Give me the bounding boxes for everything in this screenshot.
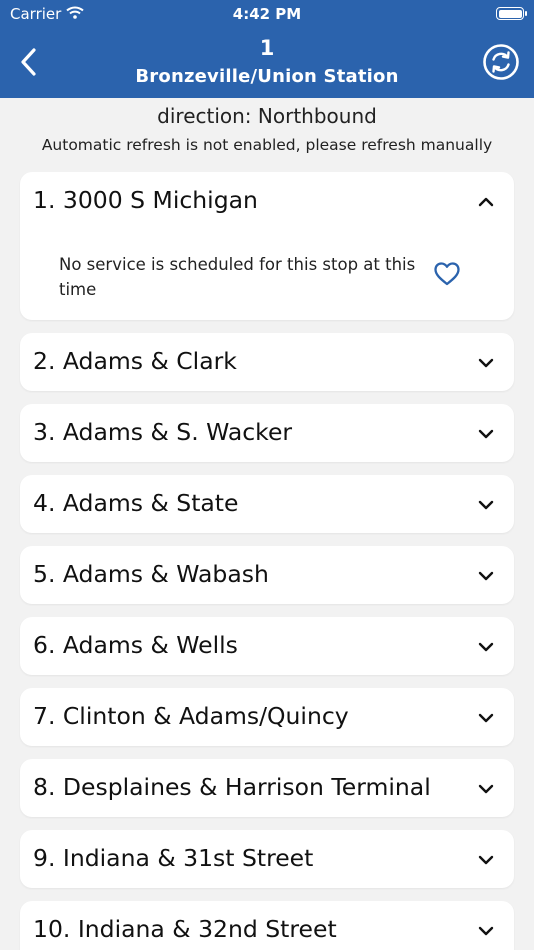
stop-details: No service is scheduled for this stop at… xyxy=(20,230,514,318)
refresh-note: Automatic refresh is not enabled, please… xyxy=(41,136,493,154)
chevron-down-icon xyxy=(478,926,494,936)
stop-title: 1. 3000 S Michigan xyxy=(33,186,258,214)
battery-icon xyxy=(496,7,527,20)
chevron-down-icon xyxy=(478,642,494,652)
stop-card[interactable]: 10. Indiana & 32nd Street xyxy=(20,901,514,950)
chevron-down-icon xyxy=(478,855,494,865)
stop-title: 5. Adams & Wabash xyxy=(33,560,269,588)
route-number: 1 xyxy=(259,36,275,60)
stop-title: 9. Indiana & 31st Street xyxy=(33,844,314,872)
stop-title: 7. Clinton & Adams/Quincy xyxy=(33,702,349,730)
stop-card[interactable]: 8. Desplaines & Harrison Terminal xyxy=(20,759,514,817)
stop-card[interactable]: 6. Adams & Wells xyxy=(20,617,514,675)
stop-card[interactable]: 5. Adams & Wabash xyxy=(20,546,514,604)
stop-header[interactable]: 1. 3000 S Michigan xyxy=(20,172,514,230)
stop-card[interactable]: 7. Clinton & Adams/Quincy xyxy=(20,688,514,746)
status-bar: Carrier 4:42 PM xyxy=(0,0,534,28)
no-service-message: No service is scheduled for this stop at… xyxy=(59,255,416,299)
chevron-up-icon xyxy=(478,197,494,207)
refresh-button[interactable] xyxy=(482,43,520,81)
stop-card[interactable]: 9. Indiana & 31st Street xyxy=(20,830,514,888)
chevron-down-icon xyxy=(478,358,494,368)
route-name: Bronzeville/Union Station xyxy=(135,66,399,87)
chevron-down-icon xyxy=(478,784,494,794)
direction-label: direction: Northbound xyxy=(157,104,377,128)
heart-outline-icon[interactable] xyxy=(433,261,461,287)
chevron-down-icon xyxy=(478,429,494,439)
chevron-down-icon xyxy=(478,713,494,723)
stop-card[interactable]: 3. Adams & S. Wacker xyxy=(20,404,514,462)
stop-card[interactable]: 2. Adams & Clark xyxy=(20,333,514,391)
status-time: 4:42 PM xyxy=(232,5,302,23)
stop-title: 6. Adams & Wells xyxy=(33,631,238,659)
stop-title: 4. Adams & State xyxy=(33,489,239,517)
stop-card: 1. 3000 S Michigan No service is schedul… xyxy=(20,172,514,320)
chevron-down-icon xyxy=(478,500,494,510)
chevron-down-icon xyxy=(478,571,494,581)
stop-title: 3. Adams & S. Wacker xyxy=(33,418,293,446)
nav-header: Carrier 4:42 PM 1 Bronzeville/Union Stat… xyxy=(0,0,534,98)
stop-title: 10. Indiana & 32nd Street xyxy=(33,915,337,943)
stop-title: 8. Desplaines & Harrison Terminal xyxy=(33,773,431,801)
stop-title: 2. Adams & Clark xyxy=(33,347,237,375)
stop-card[interactable]: 4. Adams & State xyxy=(20,475,514,533)
